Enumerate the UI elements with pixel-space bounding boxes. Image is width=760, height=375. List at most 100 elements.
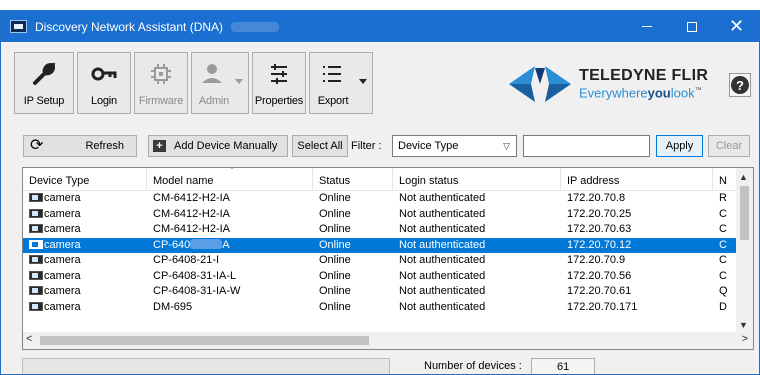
cell-status: Online <box>319 254 351 266</box>
redacted-text <box>190 238 223 249</box>
camera-icon <box>29 193 43 202</box>
help-button[interactable]: ? <box>729 73 751 97</box>
logo-tagline: Everywhereyoulook™ <box>579 85 702 101</box>
app-icon <box>10 20 27 33</box>
cell-login-status: Not authenticated <box>399 254 486 266</box>
scroll-up-icon[interactable]: ▲ <box>739 172 748 182</box>
close-button[interactable]: ✕ <box>714 11 759 42</box>
sort-indicator-icon: ﹀ <box>228 168 236 175</box>
horizontal-scrollbar[interactable]: < > <box>23 332 753 349</box>
table-row[interactable]: camera CM-6412-H2-IA Online Not authenti… <box>23 207 737 223</box>
refresh-icon: ⟳ <box>30 137 44 154</box>
camera-icon <box>29 239 43 249</box>
cell-device-type: camera <box>44 300 81 313</box>
maximize-button[interactable] <box>669 11 714 42</box>
cell-login-status: Not authenticated <box>399 269 486 282</box>
table-row[interactable]: camera DM-695 Online Not authenticated 1… <box>23 300 737 316</box>
camera-icon <box>29 301 43 311</box>
scroll-down-icon[interactable]: ▼ <box>739 320 748 330</box>
cell-device-type: camera <box>44 238 81 251</box>
cell-status: Online <box>319 207 351 220</box>
clear-button[interactable]: Clear <box>708 135 750 157</box>
sliders-icon <box>271 64 287 84</box>
camera-icon <box>29 255 43 264</box>
cell-model: CP-6408-31-IA-W <box>153 285 241 297</box>
column-header-n[interactable]: N <box>713 168 737 191</box>
cell-ip-address: 172.20.70.61 <box>567 285 632 297</box>
apply-button[interactable]: Apply <box>656 135 703 157</box>
filter-input[interactable] <box>523 135 650 157</box>
export-button[interactable]: Export <box>309 52 373 114</box>
status-bar: Number of devices : 61 <box>1 356 759 374</box>
cell-device-type: camera <box>44 285 81 297</box>
admin-button[interactable]: Admin <box>191 52 249 114</box>
cell-device-type: camera <box>44 192 81 204</box>
login-label: Login <box>91 95 117 107</box>
table-row-selected[interactable]: camera CP-640 A Online Not authenticated … <box>23 237 737 253</box>
column-header-device-type[interactable]: Device Type <box>23 168 147 191</box>
firmware-button[interactable]: Firmware <box>134 52 188 114</box>
cell-ip-address: 172.20.70.63 <box>567 223 632 235</box>
cell-status: Online <box>319 285 351 297</box>
ip-setup-button[interactable]: IP Setup <box>14 52 74 114</box>
add-device-label: Add Device Manually <box>174 140 278 152</box>
filter-field-select[interactable]: Device Type ▽ <box>392 135 517 157</box>
minimize-button[interactable] <box>624 11 669 42</box>
cell-login-status: Not authenticated <box>399 192 486 204</box>
apply-label: Apply <box>665 140 694 152</box>
table-row[interactable]: camera CM-6412-H2-IA Online Not authenti… <box>23 222 737 238</box>
cell-ip-address: 172.20.70.8 <box>567 192 626 204</box>
camera-icon <box>29 224 43 233</box>
table-row[interactable]: camera CP-6408-31-IA-L Online Not authen… <box>23 269 737 285</box>
login-button[interactable]: Login <box>77 52 131 114</box>
cell-n: C <box>719 254 727 266</box>
table-row[interactable]: camera CM-6412-H2-IA Online Not authenti… <box>23 191 737 207</box>
admin-dropdown-caret[interactable] <box>235 79 243 84</box>
table-body: camera CM-6412-H2-IA Online Not authenti… <box>23 191 737 315</box>
help-icon: ? <box>731 76 749 94</box>
column-header-status[interactable]: Status <box>313 168 393 191</box>
cell-model: DM-695 <box>153 300 193 313</box>
column-header-login-status[interactable]: Login status <box>393 168 561 191</box>
table-row[interactable]: camera CP-6408-31-IA-W Online Not authen… <box>23 284 737 300</box>
close-icon: ✕ <box>728 16 745 36</box>
cell-ip-address: 172.20.70.56 <box>567 269 632 282</box>
camera-icon <box>29 286 43 295</box>
cell-n: C <box>719 238 727 251</box>
logo-brand-text: TELEDYNE FLIR <box>579 66 709 84</box>
scroll-right-icon[interactable]: > <box>742 333 748 345</box>
cell-model: CM-6412-H2-IA <box>153 207 231 220</box>
vertical-scrollbar[interactable]: ▲ ▼ <box>736 168 753 334</box>
cell-status: Online <box>319 223 351 235</box>
table-header: Device Type ﹀ Model name Status Login st… <box>23 168 737 191</box>
cell-n: C <box>719 223 727 235</box>
refresh-button[interactable]: ⟳ Refresh <box>23 135 137 157</box>
cell-n: R <box>719 192 727 204</box>
export-dropdown-caret[interactable] <box>359 79 367 84</box>
add-device-manually-button[interactable]: + Add Device Manually <box>148 135 288 157</box>
select-all-label: Select All <box>297 140 343 152</box>
horizontal-scroll-thumb[interactable] <box>40 336 369 345</box>
table-row[interactable]: camera CP-6408-21-I Online Not authentic… <box>23 253 737 269</box>
cell-n: Q <box>719 285 728 297</box>
clear-label: Clear <box>715 140 743 152</box>
column-header-ip-address[interactable]: IP address <box>561 168 713 191</box>
add-icon: + <box>153 140 166 152</box>
properties-button[interactable]: Properties <box>252 52 306 114</box>
title-bar[interactable]: Discovery Network Assistant (DNA) ✕ <box>1 11 759 42</box>
column-header-model-name[interactable]: ﹀ Model name <box>147 168 313 191</box>
cell-ip-address: 172.20.70.9 <box>567 254 626 266</box>
select-all-button[interactable]: Select All <box>292 135 348 157</box>
camera-icon <box>29 208 43 218</box>
key-icon <box>91 67 117 81</box>
vertical-scroll-thumb[interactable] <box>740 186 749 240</box>
window-controls: ✕ <box>624 11 759 42</box>
cell-n: C <box>719 269 727 282</box>
cell-model: CP-6408-21-I <box>153 254 220 266</box>
cell-ip-address: 172.20.70.12 <box>567 238 632 251</box>
scroll-left-icon[interactable]: < <box>26 333 32 345</box>
camera-icon <box>29 270 43 280</box>
wrench-icon <box>33 62 56 85</box>
cell-n: D <box>719 300 727 313</box>
cell-model: CM-6412-H2-IA <box>153 223 231 235</box>
